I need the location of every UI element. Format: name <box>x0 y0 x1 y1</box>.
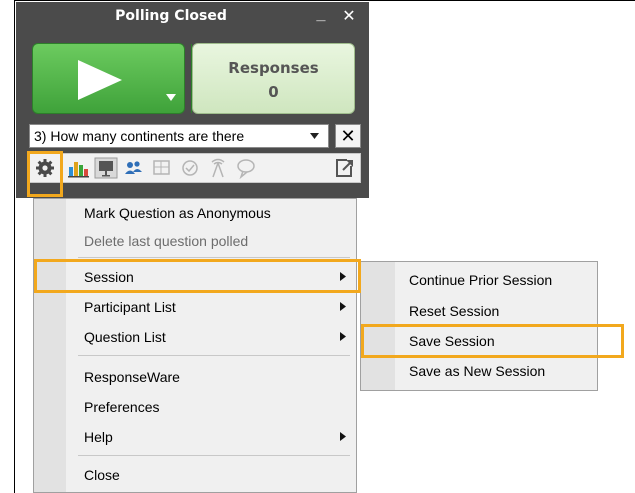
check-circle-icon[interactable] <box>178 157 202 179</box>
menu-item-label: Mark Question as Anonymous <box>84 205 271 221</box>
gear-icon[interactable] <box>33 157 57 179</box>
polling-toolbar <box>29 153 361 183</box>
menu-item-participant-list[interactable]: Participant List <box>70 293 354 321</box>
menu-item-question-list[interactable]: Question List <box>70 323 354 351</box>
menu-separator <box>78 257 350 258</box>
start-polling-button[interactable] <box>32 43 192 114</box>
polling-window: Polling Closed _ ✕ Responses 0 3) How ma… <box>16 2 369 198</box>
play-icon <box>78 60 122 100</box>
session-submenu: Continue Prior Session Reset Session Sav… <box>360 261 598 391</box>
frame-left-border <box>14 0 15 493</box>
menu-item-label: Session <box>84 269 134 285</box>
menu-item-save-session[interactable]: Save Session <box>397 327 597 355</box>
antenna-icon[interactable] <box>206 157 230 179</box>
menu-gutter <box>34 199 66 492</box>
menu-item-continue-prior-session[interactable]: Continue Prior Session <box>397 266 597 294</box>
menu-item-label: Save as New Session <box>409 363 546 379</box>
submenu-arrow-icon <box>340 432 346 441</box>
menu-item-save-as-new-session[interactable]: Save as New Session <box>397 357 597 385</box>
settings-menu: Mark Question as Anonymous Delete last q… <box>33 198 357 493</box>
speech-bubble-icon[interactable] <box>234 157 258 179</box>
menu-item-label: Preferences <box>84 399 160 415</box>
menu-item-label: Reset Session <box>409 303 500 319</box>
menu-item-label: Save Session <box>409 333 495 349</box>
menu-item-label: Question List <box>84 329 166 345</box>
menu-separator <box>78 455 350 456</box>
menu-item-label: Participant List <box>84 299 176 315</box>
grid-icon[interactable] <box>150 157 174 179</box>
menu-gutter <box>361 262 395 390</box>
responses-count: 0 <box>268 83 279 101</box>
popout-icon[interactable] <box>332 157 356 179</box>
menu-item-label: Close <box>84 467 120 483</box>
question-select[interactable]: 3) How many continents are there <box>29 124 329 148</box>
participants-icon[interactable] <box>122 157 146 179</box>
submenu-arrow-icon <box>340 302 346 311</box>
responses-label: Responses <box>228 59 319 77</box>
presentation-icon[interactable] <box>94 157 118 179</box>
dropdown-arrow-icon[interactable] <box>166 94 176 101</box>
menu-item-label: Help <box>84 429 113 445</box>
question-close-button[interactable]: ✕ <box>335 124 361 148</box>
bar-chart-icon[interactable] <box>66 157 90 179</box>
menu-item-responseware[interactable]: ResponseWare <box>70 363 354 391</box>
close-window-button[interactable]: ✕ <box>339 6 359 26</box>
menu-separator <box>78 355 350 356</box>
menu-item-help[interactable]: Help <box>70 423 354 451</box>
title-bar[interactable]: Polling Closed _ ✕ <box>16 2 369 30</box>
menu-item-preferences[interactable]: Preferences <box>70 393 354 421</box>
menu-item-mark-anonymous[interactable]: Mark Question as Anonymous <box>70 199 354 227</box>
minimize-button[interactable]: _ <box>311 6 331 26</box>
chevron-down-icon[interactable] <box>310 133 319 139</box>
menu-item-session[interactable]: Session <box>70 263 354 291</box>
menu-item-close[interactable]: Close <box>70 461 354 489</box>
question-select-value: 3) How many continents are there <box>34 128 245 144</box>
menu-item-label: Delete last question polled <box>84 233 249 249</box>
submenu-arrow-icon <box>340 332 346 341</box>
window-title: Polling Closed <box>115 8 227 24</box>
frame-top-border <box>14 0 635 1</box>
menu-item-label: Continue Prior Session <box>409 272 553 288</box>
responses-counter[interactable]: Responses 0 <box>192 43 355 114</box>
menu-item-reset-session[interactable]: Reset Session <box>397 297 597 325</box>
menu-item-label: ResponseWare <box>84 369 180 385</box>
menu-item-delete-last-question[interactable]: Delete last question polled <box>70 227 354 255</box>
submenu-arrow-icon <box>340 272 346 281</box>
